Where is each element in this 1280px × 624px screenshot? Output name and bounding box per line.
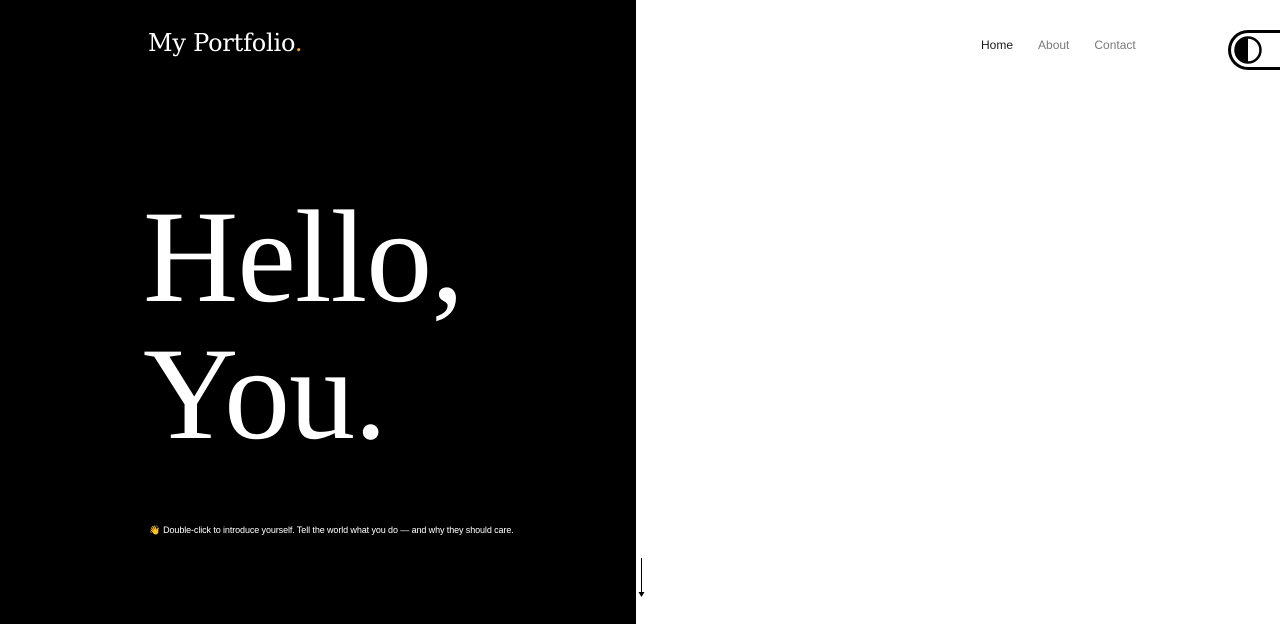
hero-line-1: Hello, — [143, 183, 464, 330]
nav-about-link[interactable]: About — [1038, 38, 1069, 52]
contrast-icon — [1234, 36, 1262, 64]
brand-logo[interactable]: My Portfolio. — [148, 29, 302, 57]
brand-name: My Portfolio — [148, 29, 295, 57]
brand-dot: . — [294, 29, 303, 57]
main-nav: Home About Contact — [981, 38, 1136, 52]
nav-home-link[interactable]: Home — [981, 38, 1013, 52]
hero-line-2: You. — [143, 320, 387, 467]
tagline-text: Double-click to introduce yourself. Tell… — [163, 525, 514, 535]
theme-toggle-button[interactable] — [1228, 30, 1280, 70]
hero-tagline[interactable]: 👋 Double-click to introduce yourself. Tel… — [149, 525, 514, 536]
page: My Portfolio. Hello, You. 👋 Double-click … — [0, 0, 1280, 624]
hero-panel: My Portfolio. Hello, You. 👋 Double-click … — [0, 0, 636, 624]
nav-contact-link[interactable]: Contact — [1094, 38, 1135, 52]
arrow-down-icon[interactable] — [637, 558, 646, 598]
hero-heading[interactable]: Hello, You. — [143, 183, 464, 467]
content-panel — [636, 0, 1280, 624]
waving-hand-icon: 👋 — [149, 525, 161, 535]
